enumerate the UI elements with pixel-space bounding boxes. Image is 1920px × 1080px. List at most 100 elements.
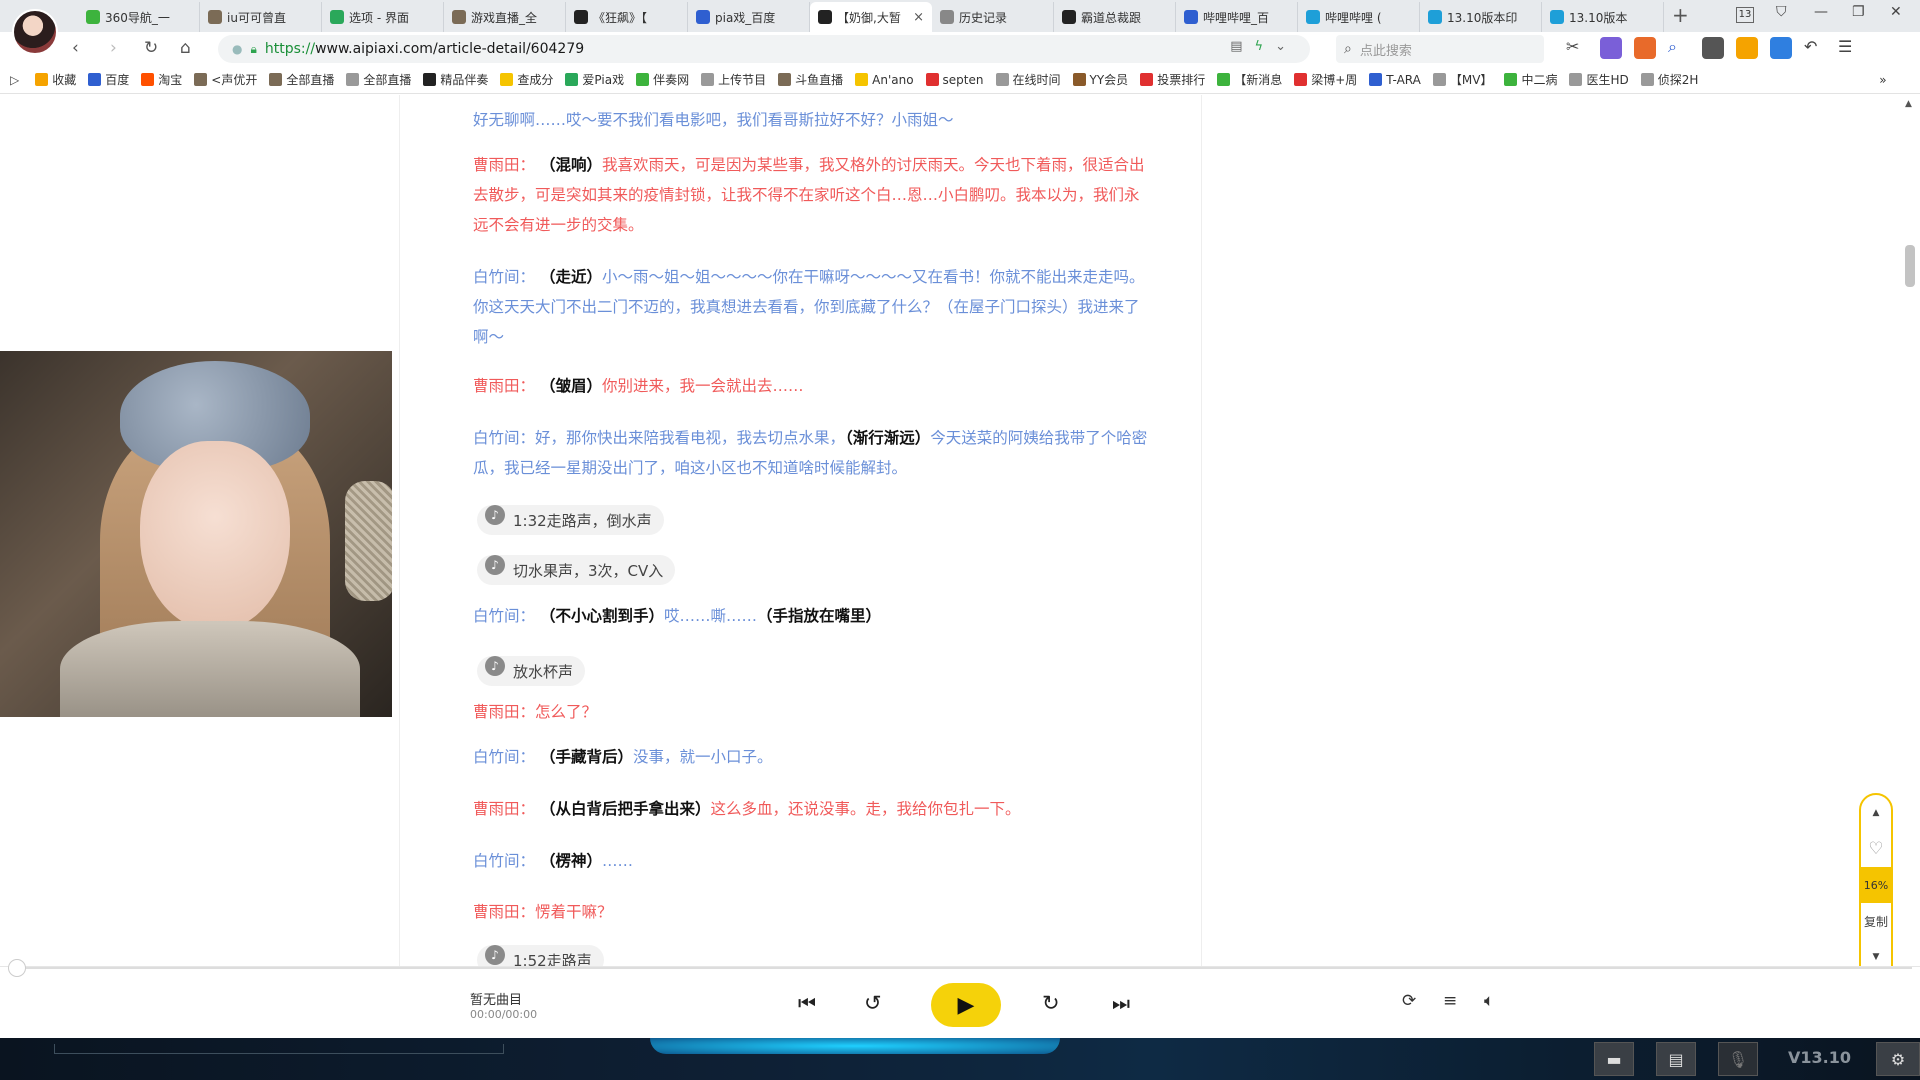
bookmark-item[interactable]: 查成分 bbox=[500, 70, 553, 90]
back-icon[interactable]: ‹ bbox=[72, 38, 79, 58]
scissors-icon[interactable]: ✂ bbox=[1566, 37, 1588, 59]
bookmark-favicon-icon bbox=[1140, 73, 1154, 86]
bookmark-item[interactable]: 中二病 bbox=[1504, 70, 1557, 90]
script-line: 曹雨田： （从白背后把手拿出来）这么多血，还说没事。走，我给你包扎一下。 bbox=[473, 794, 1153, 824]
apps-icon[interactable] bbox=[1770, 37, 1792, 59]
site-info-icon[interactable]: ● bbox=[232, 42, 242, 56]
new-tab-button[interactable]: + bbox=[1672, 3, 1689, 27]
browser-tab[interactable]: 哔哩哔哩 ( bbox=[1298, 2, 1420, 32]
loop-icon[interactable]: ⟳ bbox=[1402, 991, 1416, 1011]
home-icon[interactable]: ⌂ bbox=[180, 38, 191, 58]
forward-icon[interactable]: › bbox=[110, 38, 117, 58]
sound-effect-cue[interactable]: ♪ 放水杯声 bbox=[477, 656, 586, 686]
bookmark-item[interactable]: <声优开 bbox=[194, 70, 257, 90]
bookmark-label: 全部直播 bbox=[286, 73, 335, 87]
playlist-icon[interactable]: ≡ bbox=[1443, 991, 1457, 1011]
bookmark-item[interactable]: 【MV】 bbox=[1432, 70, 1492, 90]
sidebar-toggle-icon[interactable]: ▷ bbox=[10, 73, 19, 87]
sound-effect-cue[interactable]: ♪ 1:52走路声 bbox=[477, 945, 604, 966]
settings-gear-icon[interactable]: ⚙ bbox=[1876, 1042, 1920, 1076]
skin-icon[interactable]: ⛉ bbox=[1776, 4, 1787, 20]
browser-tab[interactable]: 13.10版本印 bbox=[1420, 2, 1542, 32]
bookmark-item[interactable]: 全部直播 bbox=[269, 70, 334, 90]
rewind-15-icon[interactable]: ↺ bbox=[864, 991, 882, 1015]
close-window-icon[interactable]: ✕ bbox=[1890, 4, 1902, 20]
previous-track-icon[interactable]: ⏮ bbox=[798, 991, 816, 1015]
reload-icon[interactable]: ↻ bbox=[144, 38, 158, 58]
scroll-up-icon[interactable]: ▲ bbox=[1905, 99, 1912, 109]
tab-count-badge[interactable]: 13 bbox=[1736, 7, 1754, 23]
sound-effect-icon: ♪ bbox=[485, 555, 505, 575]
bookmark-item[interactable]: 全部直播 bbox=[346, 70, 411, 90]
mic-icon[interactable]: 🎙︎ bbox=[1718, 1042, 1758, 1076]
browser-tab[interactable]: 13.10版本 bbox=[1542, 2, 1664, 32]
shield-icon[interactable] bbox=[1736, 37, 1758, 59]
bookmark-item[interactable]: 投票排行 bbox=[1140, 70, 1205, 90]
lightning-icon[interactable]: ϟ bbox=[1255, 39, 1276, 54]
scroll-thumb[interactable] bbox=[1905, 245, 1915, 287]
bookmark-item[interactable]: 医生HD bbox=[1569, 70, 1629, 90]
bookmark-item[interactable]: 上传节目 bbox=[701, 70, 766, 90]
address-bar[interactable]: ● 🔒︎ https://www.aipiaxi.com/article-det… bbox=[218, 35, 1310, 63]
bookmark-item[interactable]: 爱Pia戏 bbox=[565, 70, 624, 90]
browser-tab[interactable]: 《狂飙》【 bbox=[566, 2, 688, 32]
bookmark-item[interactable]: 侦探2H bbox=[1640, 70, 1698, 90]
tab-title: 《狂飙》【 bbox=[593, 10, 648, 25]
tab-favicon-icon bbox=[330, 10, 344, 24]
script-line: 曹雨田： （皱眉）你别进来，我一会就出去…… bbox=[473, 371, 1153, 401]
bookmark-item[interactable]: T-ARA bbox=[1369, 70, 1421, 90]
progress-bar[interactable] bbox=[8, 959, 1912, 977]
bookmark-item[interactable]: 淘宝 bbox=[141, 70, 182, 90]
user-avatar[interactable] bbox=[12, 9, 58, 55]
bookmark-item[interactable]: 百度 bbox=[88, 70, 129, 90]
floating-toolbar: ▲ ♡ 16% 复制 ▼ bbox=[1859, 793, 1893, 983]
bookmark-item[interactable]: 伴奏网 bbox=[636, 70, 689, 90]
translate-icon[interactable] bbox=[1600, 37, 1622, 59]
bookmark-item[interactable]: 在线时间 bbox=[995, 70, 1061, 90]
bookmark-item[interactable]: YY会员 bbox=[1072, 70, 1128, 90]
bookmark-item[interactable]: 梁博+周 bbox=[1294, 70, 1357, 90]
bookmarks-more-button[interactable]: » bbox=[1879, 73, 1886, 87]
bookmark-item[interactable]: 收藏 bbox=[35, 70, 76, 90]
browser-tab[interactable]: 360导航_一 bbox=[78, 2, 200, 32]
scroll-top-button[interactable]: ▲ bbox=[1861, 795, 1891, 831]
bookmark-item[interactable]: septen bbox=[925, 70, 984, 90]
next-track-icon[interactable]: ⏭ bbox=[1112, 991, 1130, 1015]
browser-tab[interactable]: 游戏直播_全 bbox=[444, 2, 566, 32]
bookmark-item[interactable]: 【新消息 bbox=[1217, 70, 1282, 90]
volume-icon[interactable]: 🔈︎ bbox=[1484, 991, 1494, 1011]
bookmark-item[interactable]: 精品伴奏 bbox=[423, 70, 488, 90]
favorite-button[interactable]: ♡ bbox=[1861, 831, 1891, 867]
browser-tab[interactable]: 【奶御,大暂 × bbox=[810, 2, 932, 32]
forward-15-icon[interactable]: ↻ bbox=[1042, 991, 1060, 1015]
magnifier-icon[interactable]: ⌕ bbox=[1668, 37, 1690, 59]
copy-button[interactable]: 复制 bbox=[1861, 903, 1891, 939]
bookmark-item[interactable]: 斗鱼直播 bbox=[778, 70, 843, 90]
search-box[interactable]: ⌕ 点此搜索 bbox=[1336, 35, 1544, 63]
sound-effect-cue[interactable]: ♪ 1:32走路声，倒水声 bbox=[477, 505, 664, 535]
browser-tab[interactable]: iu可可曾直 bbox=[200, 2, 322, 32]
browser-tab[interactable]: 历史记录 bbox=[932, 2, 1054, 32]
browser-tab[interactable]: 霸道总裁跟 bbox=[1054, 2, 1176, 32]
sound-effect-cue[interactable]: ♪ 切水果声，3次，CV入 bbox=[477, 555, 676, 585]
menu-icon[interactable]: ☰ bbox=[1838, 37, 1860, 59]
script-line: 白竹间： （手藏背后）没事，就一小口子。 bbox=[473, 742, 1153, 772]
play-button[interactable]: ▶ bbox=[931, 983, 1001, 1027]
page-scrollbar[interactable]: ▲ bbox=[1900, 95, 1920, 966]
reader-icon[interactable]: ▤ bbox=[1230, 39, 1254, 54]
progress-knob[interactable] bbox=[8, 959, 26, 977]
wallet-icon[interactable] bbox=[1702, 37, 1724, 59]
notes-icon[interactable]: ▤ bbox=[1656, 1042, 1696, 1076]
tab-close-icon[interactable]: × bbox=[913, 10, 924, 25]
browser-tab[interactable]: pia戏_百度 bbox=[688, 2, 810, 32]
bookmark-item[interactable]: An'ano bbox=[855, 70, 914, 90]
browser-tab[interactable]: 选项 - 界面 bbox=[322, 2, 444, 32]
dropdown-icon[interactable]: ⌄ bbox=[1275, 39, 1298, 54]
minimize-icon[interactable]: — bbox=[1814, 4, 1828, 20]
browser-tab[interactable]: 哔哩哔哩_百 bbox=[1176, 2, 1298, 32]
undo-icon[interactable]: ↶ bbox=[1804, 37, 1826, 59]
game-icon[interactable] bbox=[1634, 37, 1656, 59]
chat-icon[interactable]: ▬ bbox=[1594, 1042, 1634, 1076]
url-text[interactable]: https://www.aipiaxi.com/article-detail/6… bbox=[265, 41, 584, 57]
restore-icon[interactable]: ❐ bbox=[1852, 4, 1865, 20]
